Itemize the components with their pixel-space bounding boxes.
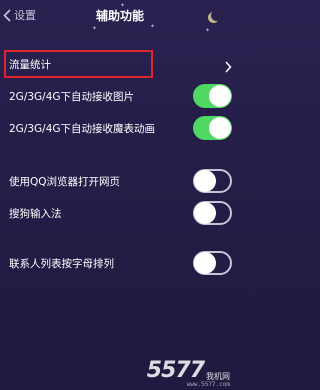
toggle-knob [209, 85, 231, 107]
toggle-knob [194, 202, 216, 224]
toggle-knob [194, 252, 216, 274]
row-auto-receive-animations: 2G/3G/4G下自动接收魔表动画 [0, 115, 240, 143]
auto-receive-animations-toggle[interactable] [193, 116, 232, 140]
watermark-number: 5577 [146, 358, 205, 383]
chevron-right-icon [225, 58, 232, 77]
page-title: 辅助功能 [95, 9, 144, 23]
star-icon: ✦ [92, 25, 98, 32]
star-icon: ✦ [120, 2, 126, 9]
row-auto-receive-images: 2G/3G/4G下自动接收图片 [0, 83, 240, 111]
highlight-box [4, 50, 153, 78]
sort-contacts-toggle[interactable] [193, 251, 232, 275]
row-label: 搜狗输入法 [9, 208, 62, 220]
row-qq-browser: 使用QQ浏览器打开网页 [0, 168, 240, 196]
auto-receive-images-toggle[interactable] [193, 84, 232, 108]
moon-icon [211, 10, 222, 21]
watermark-url: www.5577.com [186, 381, 230, 388]
row-label: 2G/3G/4G下自动接收图片 [9, 91, 135, 103]
toggle-knob [194, 170, 216, 192]
row-sogou-input: 搜狗输入法 [0, 200, 240, 228]
qq-browser-toggle[interactable] [193, 169, 232, 193]
watermark: 5577 我机网 [147, 360, 230, 382]
row-label: 使用QQ浏览器打开网页 [9, 176, 121, 188]
row-sort-contacts: 联系人列表按字母排列 [0, 250, 240, 278]
star-icon: ✦ [150, 23, 156, 30]
toggle-knob [209, 117, 231, 139]
sogou-input-toggle[interactable] [193, 201, 232, 225]
row-label: 联系人列表按字母排列 [9, 258, 114, 270]
navbar: 设置 辅助功能 ✦ ✦ ✦ ✦ [0, 0, 240, 34]
row-label: 2G/3G/4G下自动接收魔表动画 [9, 123, 156, 135]
star-icon: ✦ [205, 27, 211, 34]
